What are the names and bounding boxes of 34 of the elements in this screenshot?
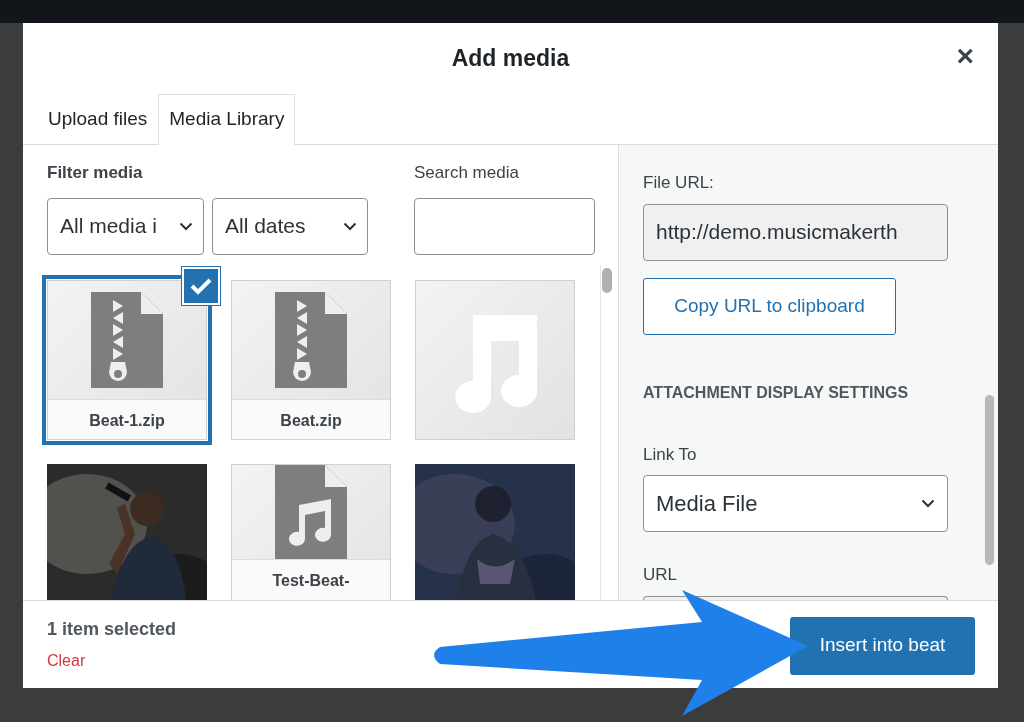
caret-icon <box>179 221 193 231</box>
media-type-select[interactable]: All media i <box>47 197 204 255</box>
media-tile[interactable]: Beat.zip <box>231 280 391 440</box>
file-name: Test-Beat- <box>232 559 390 600</box>
audio-file-icon <box>275 465 347 559</box>
tab[interactable]: Upload files <box>37 93 159 145</box>
link-to-select[interactable]: Media File <box>643 475 948 532</box>
media-tile[interactable]: Test-Beat- <box>231 464 391 600</box>
file-url-label: File URL: <box>643 172 715 194</box>
insert-button[interactable]: Insert into beat <box>790 616 975 675</box>
clear-link[interactable]: Clear <box>47 649 86 673</box>
zip-file-icon <box>275 292 347 388</box>
media-tile[interactable] <box>415 280 575 440</box>
url-label: URL <box>643 564 678 586</box>
caret-icon <box>343 221 357 231</box>
dialog-title: Add media <box>451 45 570 73</box>
copy-url-button[interactable]: Copy URL to clipboard <box>643 277 896 335</box>
scrollbar-thumb[interactable] <box>601 268 612 293</box>
link-to-label: Link To <box>643 443 698 466</box>
file-url-field[interactable]: http://demo.musicmakerth <box>643 203 948 261</box>
file-name: Beat.zip <box>232 399 390 439</box>
close-button[interactable]: × <box>952 41 978 71</box>
selection-count: 1 item selected <box>47 618 177 641</box>
checkmark-icon[interactable] <box>182 267 220 305</box>
scrollbar-thumb[interactable] <box>985 395 994 565</box>
tab[interactable]: Media Library <box>158 93 296 145</box>
file-name: Beat-1.zip <box>48 399 206 439</box>
search-label: Search media <box>414 162 520 184</box>
caret-icon <box>921 499 935 508</box>
filter-label: Filter media <box>47 162 144 184</box>
zip-file-icon <box>91 292 163 388</box>
date-select[interactable]: All dates <box>212 197 368 255</box>
search-field[interactable] <box>414 197 595 255</box>
section-heading: ATTACHMENT DISPLAY SETTINGS <box>643 382 910 403</box>
